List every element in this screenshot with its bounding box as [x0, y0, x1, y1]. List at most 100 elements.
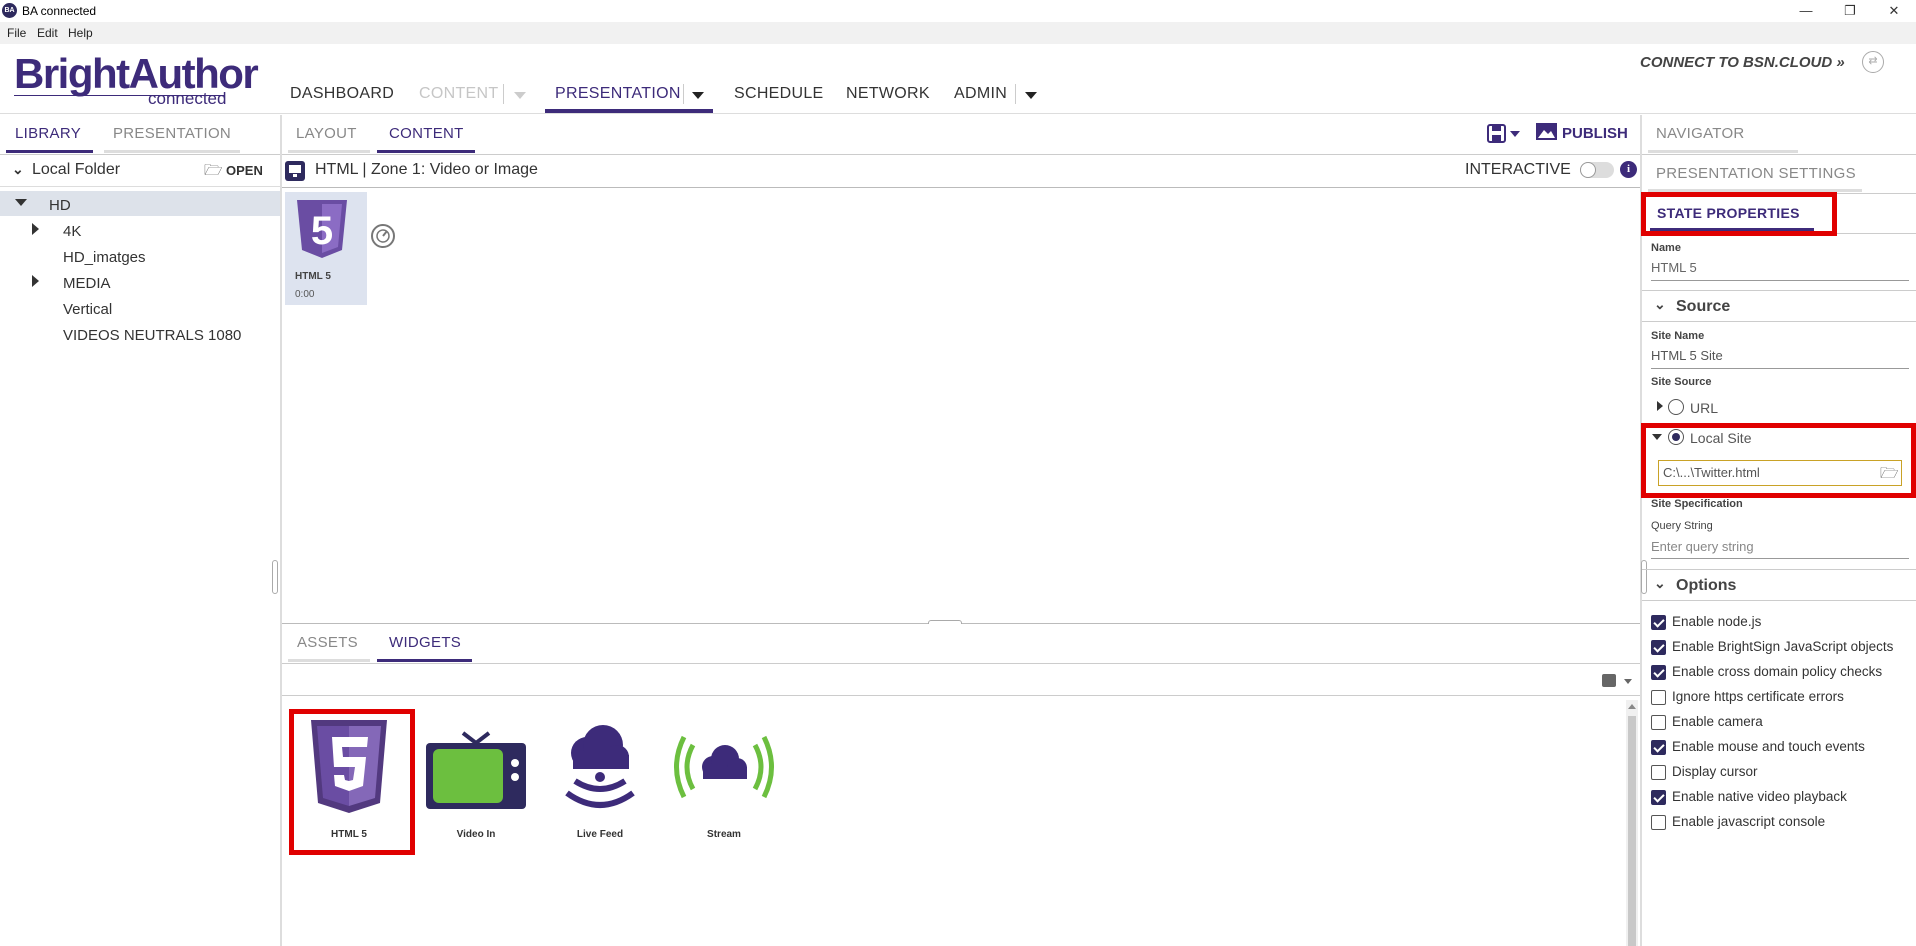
name-label: Name — [1651, 242, 1681, 254]
options-section-header[interactable]: ⌄ Options — [1642, 569, 1916, 601]
url-radio[interactable] — [1668, 399, 1684, 415]
view-mode-dropdown-icon[interactable] — [1624, 679, 1632, 684]
name-field-underline — [1651, 280, 1909, 281]
interactive-toggle[interactable] — [1580, 162, 1614, 178]
publish-icon[interactable] — [1535, 122, 1559, 144]
tab-presentation[interactable]: PRESENTATION — [113, 125, 231, 142]
tab-presentation-settings[interactable]: PRESENTATION SETTINGS — [1656, 165, 1856, 182]
option-label: Enable native video playback — [1672, 789, 1847, 804]
tab-layout[interactable]: LAYOUT — [296, 125, 357, 142]
tab-assets[interactable]: ASSETS — [297, 634, 358, 651]
tab-widgets[interactable]: WIDGETS — [389, 634, 461, 651]
navigator-header: NAVIGATOR — [1642, 115, 1916, 155]
live-feed-icon — [565, 725, 635, 808]
html5-icon: 5 — [297, 200, 347, 258]
tree-item-videos-neutrals[interactable]: VIDEOS NEUTRALS 1080 — [63, 327, 241, 344]
menu-file[interactable]: File — [7, 26, 26, 40]
app-icon: BA — [2, 3, 17, 18]
assets-tabbar: ASSETS WIDGETS — [282, 624, 1640, 664]
enable-mouse-touch-checkbox[interactable] — [1651, 740, 1666, 755]
info-icon[interactable]: i — [1620, 161, 1637, 178]
expand-4k-icon[interactable] — [32, 223, 39, 235]
scrollbar-thumb[interactable] — [1628, 716, 1636, 946]
nav-network[interactable]: NETWORK — [846, 85, 930, 103]
enable-native-video-checkbox[interactable] — [1651, 790, 1666, 805]
admin-dropdown-icon[interactable] — [1025, 92, 1037, 99]
query-string-input[interactable]: Enter query string — [1651, 539, 1754, 554]
tree-item-vertical[interactable]: Vertical — [63, 301, 112, 318]
tab-active-indicator — [377, 659, 472, 662]
site-name-field[interactable]: HTML 5 Site — [1651, 348, 1723, 363]
option-label: Enable BrightSign JavaScript objects — [1672, 639, 1894, 654]
restore-button[interactable]: ❐ — [1828, 0, 1872, 22]
widget-label-live-feed: Live Feed — [576, 829, 624, 840]
name-field[interactable]: HTML 5 — [1651, 260, 1697, 275]
widget-video-in[interactable] — [421, 715, 531, 825]
widgets-toolbar — [282, 664, 1640, 696]
enable-nodejs-checkbox[interactable] — [1651, 615, 1666, 630]
widget-label-stream: Stream — [707, 829, 741, 840]
display-cursor-checkbox[interactable] — [1651, 765, 1666, 780]
source-section-header[interactable]: ⌄ Source — [1642, 290, 1916, 322]
source-section-title: Source — [1676, 298, 1731, 315]
right-panel-divider — [1640, 115, 1642, 946]
publish-button[interactable]: PUBLISH — [1562, 125, 1628, 142]
option-label: Ignore https certificate errors — [1672, 689, 1844, 704]
title-bar: BA BA connected — ❐ ✕ — [0, 0, 1916, 22]
window-title: BA connected — [22, 4, 97, 18]
tree-item-hd[interactable]: HD — [49, 197, 71, 214]
save-icon[interactable] — [1487, 123, 1523, 145]
nav-presentation[interactable]: PRESENTATION — [555, 85, 681, 103]
close-button[interactable]: ✕ — [1872, 0, 1916, 22]
nav-dashboard[interactable]: DASHBOARD — [290, 85, 394, 103]
tab-indicator — [104, 150, 240, 153]
highlight-html5-widget — [289, 709, 415, 855]
open-button[interactable]: OPEN — [226, 163, 263, 178]
monitor-icon — [285, 161, 305, 181]
scroll-up-icon[interactable] — [1628, 704, 1636, 709]
folder-open-icon[interactable]: 🗁 — [204, 160, 223, 185]
enable-camera-checkbox[interactable] — [1651, 715, 1666, 730]
tv-icon — [426, 731, 526, 809]
ignore-https-errors-checkbox[interactable] — [1651, 690, 1666, 705]
nav-separator — [1015, 84, 1016, 104]
nav-schedule[interactable]: SCHEDULE — [734, 85, 824, 103]
site-specification-label: Site Specification — [1651, 498, 1743, 510]
expand-url-icon[interactable] — [1657, 401, 1663, 411]
timer-icon[interactable] — [370, 223, 396, 249]
expand-hd-icon[interactable] — [15, 199, 27, 206]
view-mode-icon[interactable] — [1602, 674, 1616, 687]
left-panel-divider — [280, 115, 282, 946]
presentation-dropdown-icon[interactable] — [692, 92, 704, 99]
tree-item-hd-imatges[interactable]: HD_imatges — [63, 249, 146, 266]
enable-cross-domain-checkbox[interactable] — [1651, 665, 1666, 680]
tab-library[interactable]: LIBRARY — [15, 125, 81, 142]
widgets-scrollbar[interactable] — [1626, 700, 1638, 946]
tree-item-selected-bg — [0, 191, 280, 216]
nav-admin[interactable]: ADMIN — [954, 85, 1007, 103]
widget-stream[interactable] — [669, 715, 779, 825]
app-header: BrightAuthor connected DASHBOARD CONTENT… — [0, 44, 1916, 114]
connect-bsn-link[interactable]: CONNECT TO BSN.CLOUD » — [1640, 54, 1845, 71]
minimize-button[interactable]: — — [1784, 0, 1828, 22]
sync-icon[interactable]: ⇄ — [1862, 51, 1884, 73]
expand-media-icon[interactable] — [32, 275, 39, 287]
state-duration: 0:00 — [295, 289, 315, 300]
nav-separator — [503, 84, 504, 104]
widget-live-feed[interactable] — [545, 715, 655, 825]
chevron-down-icon: ⌄ — [1654, 296, 1666, 312]
nav-separator — [683, 84, 684, 104]
tree-item-4k[interactable]: 4K — [63, 223, 81, 240]
left-splitter-handle[interactable] — [272, 560, 278, 594]
enable-brightsign-js-checkbox[interactable] — [1651, 640, 1666, 655]
menu-edit[interactable]: Edit — [37, 26, 58, 40]
enable-js-console-checkbox[interactable] — [1651, 815, 1666, 830]
tab-navigator[interactable]: NAVIGATOR — [1656, 125, 1745, 142]
chevron-down-icon[interactable]: ⌄ — [12, 161, 24, 178]
tab-content[interactable]: CONTENT — [389, 125, 464, 142]
menu-help[interactable]: Help — [68, 26, 93, 40]
option-label: Enable node.js — [1672, 614, 1762, 629]
nav-content: CONTENT — [419, 85, 499, 102]
state-tile[interactable]: 5 HTML 5 0:00 — [285, 192, 367, 305]
tree-item-media[interactable]: MEDIA — [63, 275, 111, 292]
